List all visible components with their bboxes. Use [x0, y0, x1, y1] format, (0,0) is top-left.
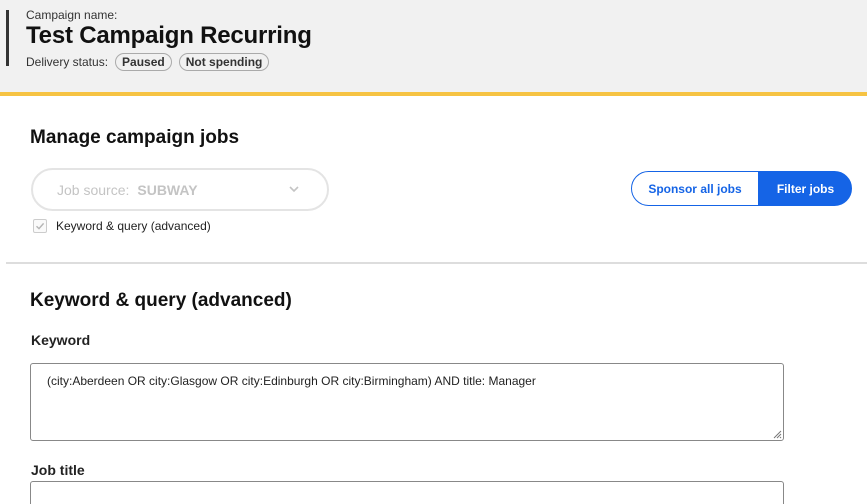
- campaign-header: Campaign name: Test Campaign Recurring D…: [0, 0, 867, 96]
- status-badge-not-spending: Not spending: [178, 53, 270, 71]
- manage-jobs-section: Manage campaign jobs Job source: SUBWAY …: [6, 100, 867, 264]
- filter-jobs-button[interactable]: Filter jobs: [759, 171, 852, 206]
- header-accent-bar: [6, 10, 9, 66]
- advanced-query-section: Keyword & query (advanced) Keyword (city…: [6, 266, 867, 504]
- job-source-value: SUBWAY: [137, 181, 198, 198]
- keyword-textarea[interactable]: (city:Aberdeen OR city:Glasgow OR city:E…: [30, 363, 784, 441]
- check-icon: [36, 222, 45, 230]
- resize-handle-icon[interactable]: [773, 430, 782, 439]
- job-mode-toggle: Sponsor all jobs Filter jobs: [631, 171, 852, 206]
- campaign-name: Test Campaign Recurring: [26, 22, 312, 49]
- keyword-label: Keyword: [31, 332, 91, 348]
- sponsor-all-jobs-button[interactable]: Sponsor all jobs: [631, 171, 759, 206]
- job-title-input[interactable]: [30, 481, 784, 504]
- delivery-status-row: Delivery status: Paused Not spending: [26, 53, 276, 71]
- advanced-query-checkbox-label: Keyword & query (advanced): [56, 219, 211, 233]
- delivery-status-label: Delivery status:: [26, 55, 109, 69]
- advanced-query-checkbox[interactable]: [33, 219, 47, 233]
- job-source-label: Job source:: [57, 181, 130, 198]
- manage-jobs-title: Manage campaign jobs: [30, 127, 240, 148]
- advanced-query-checkbox-row[interactable]: Keyword & query (advanced): [33, 219, 211, 233]
- chevron-down-icon: [289, 186, 299, 193]
- job-source-select[interactable]: Job source: SUBWAY: [31, 168, 329, 211]
- campaign-name-label: Campaign name:: [26, 8, 118, 22]
- job-title-label: Job title: [31, 462, 85, 478]
- status-badge-paused: Paused: [115, 53, 172, 71]
- advanced-query-title: Keyword & query (advanced): [30, 290, 292, 311]
